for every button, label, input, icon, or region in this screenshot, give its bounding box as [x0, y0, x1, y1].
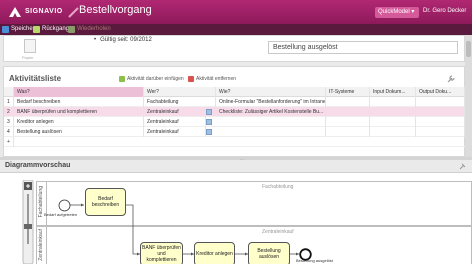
- col-input-header[interactable]: Input Dokum...: [370, 87, 416, 97]
- row-number: 4: [4, 127, 14, 137]
- user-name[interactable]: Dr. Gero Decker: [423, 8, 466, 14]
- task-label: Bestellung auslösen: [257, 248, 281, 260]
- diagram-preview-header: Diagrammvorschau: [0, 160, 472, 173]
- insert-activity-label: Aktivität darüber einfügen: [127, 76, 184, 82]
- wrench-icon[interactable]: [447, 75, 455, 83]
- start-event-label: Bedarf aufgetreten: [44, 212, 78, 217]
- cell-it[interactable]: [326, 107, 370, 117]
- insert-activity-button[interactable]: Aktivität darüber einfügen: [119, 76, 184, 82]
- lane-top-label: Fachabteilung: [262, 184, 294, 190]
- col-wer-header[interactable]: Wer?: [144, 87, 216, 97]
- task-label: BANF überprüfen und komplettieren: [142, 245, 181, 263]
- table-row[interactable]: 1 Bedarf beschreiben Fachabteilung Onlin…: [4, 97, 465, 107]
- cell-wie[interactable]: [216, 127, 326, 137]
- cell-output[interactable]: [416, 127, 465, 137]
- col-num-header: [4, 87, 14, 97]
- remove-activity-button[interactable]: Aktivität entfernen: [188, 76, 236, 82]
- result-field[interactable]: Bestellung ausgelöst: [268, 41, 458, 54]
- paper-icon: [24, 39, 36, 53]
- details-panel: Papier Gültig seit: 09/2012 Bestellung a…: [0, 35, 472, 65]
- role-picker-icon[interactable]: [206, 119, 212, 125]
- col-wie-header[interactable]: Wie?: [216, 87, 326, 97]
- activity-list-title: Aktivitätsliste: [9, 74, 62, 83]
- cell-was[interactable]: Bedarf beschreiben: [14, 97, 144, 107]
- cell-wie[interactable]: Checkliste: Zulässiger Artikel Kostenste…: [216, 107, 326, 117]
- redo-button[interactable]: Wiederholen: [68, 25, 111, 34]
- task-banf-pruefen[interactable]: BANF überprüfen und komplettieren: [140, 242, 183, 264]
- undo-label: Rückgang: [42, 26, 70, 32]
- table-row[interactable]: 3 Kreditor anlegen Zentraleinkauf: [4, 117, 465, 127]
- col-it-header[interactable]: IT-Systeme: [326, 87, 370, 97]
- lane-label: Zentraleinkauf: [38, 229, 44, 261]
- col-was-header[interactable]: Was?: [14, 87, 144, 97]
- col-output-header[interactable]: Output Doku...: [416, 87, 465, 97]
- task-label: Bedarf beschreiben: [91, 196, 120, 208]
- cell-it[interactable]: [326, 127, 370, 137]
- cell-wer[interactable]: Fachabteilung: [144, 97, 216, 107]
- row-number: 3: [4, 117, 14, 127]
- end-event-label: Bestellung ausgelöst: [296, 258, 333, 263]
- chevron-down-icon: ▾: [411, 9, 415, 15]
- cell-input[interactable]: [370, 107, 416, 117]
- document-title[interactable]: Bestellvorgang: [79, 4, 152, 16]
- task-label: Kreditor anlegen: [196, 251, 233, 257]
- task-bestellung-ausloesen[interactable]: Bestellung auslösen: [248, 242, 290, 264]
- quickmodel-label: QuickModel: [378, 9, 410, 15]
- role-picker-icon[interactable]: [206, 109, 212, 115]
- save-icon: [2, 26, 9, 33]
- cell-it[interactable]: [326, 117, 370, 127]
- cell-was[interactable]: Kreditor anlegen: [14, 117, 144, 127]
- table-header: Was? Wer? Wie? IT-Systeme Input Dokum...…: [4, 87, 465, 97]
- zoom-slider[interactable]: [22, 180, 34, 264]
- quickmodel-button[interactable]: QuickModel ▾: [375, 7, 419, 18]
- details-card: Papier Gültig seit: 09/2012 Bestellung a…: [3, 35, 465, 62]
- lane-header: Fachabteilung: [37, 182, 47, 225]
- undo-button[interactable]: Rückgang: [33, 25, 69, 34]
- cell-output[interactable]: [416, 97, 465, 107]
- row-number: 1: [4, 97, 14, 107]
- task-bedarf-beschreiben[interactable]: Bedarf beschreiben: [85, 188, 126, 216]
- signavio-logo-icon: [9, 7, 21, 17]
- cell-it[interactable]: [326, 97, 370, 107]
- remove-icon: [188, 76, 194, 82]
- vertical-scrollbar[interactable]: [465, 35, 472, 157]
- remove-activity-label: Aktivität entfernen: [196, 76, 237, 82]
- cell-wie[interactable]: [216, 117, 326, 127]
- activity-list-panel: Aktivitätsliste Aktivität darüber einfüg…: [3, 66, 465, 157]
- lane-top-label: Zentraleinkauf: [262, 229, 294, 235]
- table-row[interactable]: +: [4, 137, 465, 147]
- cell-input[interactable]: [370, 127, 416, 137]
- start-event-icon[interactable]: [58, 199, 71, 212]
- table-row[interactable]: 4 Bestellung auslösen Zentraleinkauf: [4, 127, 465, 137]
- diagram-preview-title: Diagrammvorschau: [5, 162, 71, 169]
- toolbar: Speichern Rückgang Wiederholen: [0, 24, 472, 35]
- pin-icon[interactable]: [458, 163, 466, 171]
- cell-wie[interactable]: Online-Formular "Bestellanforderung" im …: [216, 97, 326, 107]
- scrollbar-thumb[interactable]: [466, 41, 471, 57]
- cell-wer[interactable]: Zentraleinkauf: [144, 127, 206, 137]
- paper-icon-label: Papier: [22, 55, 34, 60]
- cell-input[interactable]: [370, 97, 416, 107]
- cell-was[interactable]: Bestellung auslösen: [14, 127, 144, 137]
- title-bar: SIGNAVIO Bestellvorgang QuickModel ▾ Dr.…: [0, 0, 472, 24]
- app-window: SIGNAVIO Bestellvorgang QuickModel ▾ Dr.…: [0, 0, 472, 264]
- table-row[interactable]: 2 BANF überprüfen und komplettieren Zent…: [4, 107, 465, 117]
- cell-output[interactable]: [416, 107, 465, 117]
- add-row-button[interactable]: +: [4, 137, 14, 147]
- cell-wer[interactable]: Zentraleinkauf: [144, 107, 206, 117]
- row-number: 2: [4, 107, 14, 117]
- task-kreditor-anlegen[interactable]: Kreditor anlegen: [194, 242, 235, 264]
- role-picker-icon[interactable]: [206, 129, 212, 135]
- cell-wer[interactable]: Zentraleinkauf: [144, 117, 206, 127]
- lane-header: Zentraleinkauf: [37, 227, 47, 264]
- brand-name: SIGNAVIO: [25, 8, 63, 15]
- valid-since-text: Gültig seit: 09/2012: [94, 37, 152, 43]
- insert-icon: [119, 76, 125, 82]
- redo-icon: [68, 26, 75, 33]
- undo-icon: [33, 26, 40, 33]
- cell-was[interactable]: BANF überprüfen und komplettieren: [14, 107, 144, 117]
- cell-output[interactable]: [416, 117, 465, 127]
- redo-label: Wiederholen: [77, 26, 111, 32]
- cell-input[interactable]: [370, 117, 416, 127]
